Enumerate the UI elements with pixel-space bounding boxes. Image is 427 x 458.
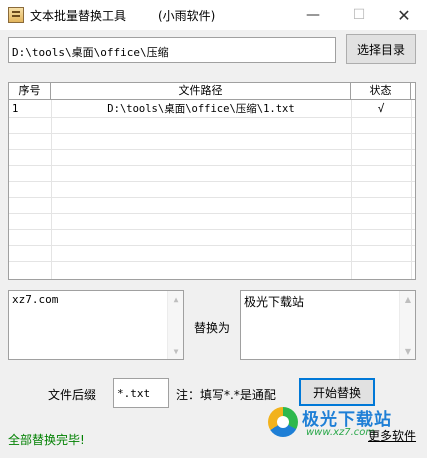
replace-text-value: 极光下载站 <box>244 295 305 309</box>
grid-divider <box>9 229 415 230</box>
row-number: 1 <box>12 103 19 115</box>
grid-divider <box>9 213 415 214</box>
grid-divider <box>51 100 52 279</box>
column-header-status[interactable]: 状态 <box>351 83 411 99</box>
more-software-link[interactable]: 更多软件 <box>368 427 416 444</box>
grid-divider <box>9 261 415 262</box>
window-title: 文本批量替换工具 <box>30 9 127 23</box>
app-icon <box>8 7 24 23</box>
close-button[interactable]: ✕ <box>381 0 427 30</box>
replace-text-area[interactable]: 极光下载站 ▲ ▼ <box>240 290 416 360</box>
table-header: 序号 文件路径 状态 <box>9 83 415 100</box>
grid-divider <box>351 100 352 279</box>
file-suffix-label: 文件后缀 <box>48 388 97 402</box>
title-bar: 文本批量替换工具 (小雨软件) — ☐ ✕ <box>0 0 427 30</box>
grid-divider <box>9 133 415 134</box>
grid-divider <box>411 100 412 279</box>
scroll-up-icon[interactable]: ▲ <box>168 291 184 307</box>
minimize-button[interactable]: — <box>290 0 336 30</box>
minimize-icon: — <box>306 7 320 23</box>
file-suffix-input[interactable]: *.txt <box>113 378 169 408</box>
start-replace-button[interactable]: 开始替换 <box>299 378 375 406</box>
table-row[interactable]: 1 D:\tools\桌面\office\压缩\1.txt √ <box>9 101 415 117</box>
replace-scrollbar[interactable]: ▲ ▼ <box>399 291 415 359</box>
row-status-check-icon: √ <box>377 102 385 115</box>
scroll-down-icon[interactable]: ▼ <box>168 343 184 359</box>
choose-directory-button[interactable]: 选择目录 <box>346 34 416 64</box>
status-message: 全部替换完毕! <box>8 433 85 447</box>
maximize-button[interactable]: ☐ <box>336 0 382 30</box>
grid-divider <box>9 245 415 246</box>
wildcard-note: 注：填写*.*是通配 <box>176 388 276 402</box>
brand-logo-icon <box>268 407 298 437</box>
grid-divider <box>9 165 415 166</box>
brand-url: www.xz7.com <box>306 427 376 438</box>
file-list-table[interactable]: 序号 文件路径 状态 1 D:\tools\桌面\office\压缩\1.txt… <box>8 82 416 280</box>
grid-divider <box>9 197 415 198</box>
directory-path-input[interactable]: D:\tools\桌面\office\压缩 <box>8 37 336 63</box>
scroll-up-icon[interactable]: ▲ <box>400 291 416 307</box>
maximize-icon: ☐ <box>352 7 366 23</box>
replace-with-label: 替换为 <box>194 321 231 335</box>
row-file-path: D:\tools\桌面\office\压缩\1.txt <box>107 103 295 115</box>
grid-divider <box>9 181 415 182</box>
scroll-down-icon[interactable]: ▼ <box>400 343 416 359</box>
grid-divider <box>9 149 415 150</box>
find-scrollbar[interactable]: ▲ ▼ <box>167 291 183 359</box>
column-header-path[interactable]: 文件路径 <box>51 83 351 99</box>
window-subtitle: (小雨软件) <box>158 9 216 23</box>
grid-divider <box>9 117 415 118</box>
column-header-no[interactable]: 序号 <box>9 83 51 99</box>
find-text-value: xz7.com <box>12 293 59 306</box>
close-icon: ✕ <box>397 5 411 25</box>
find-text-area[interactable]: xz7.com ▲ ▼ <box>8 290 184 360</box>
